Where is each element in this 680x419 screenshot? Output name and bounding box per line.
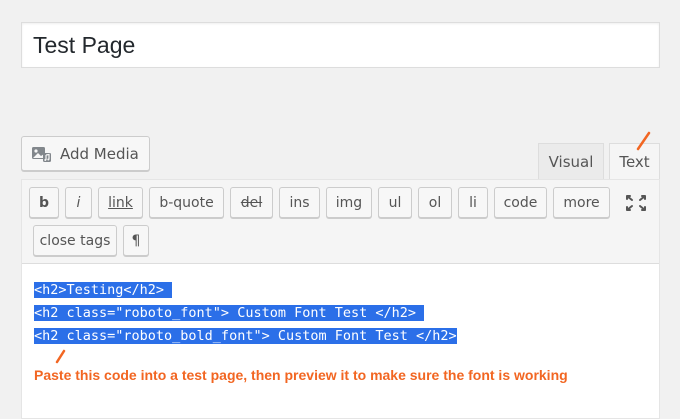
qt-more-button[interactable]: more: [553, 187, 610, 218]
code-line: <h2>Testing</h2>: [34, 282, 173, 298]
code-line: <h2 class="roboto_font"> Custom Font Tes…: [34, 305, 425, 321]
annotation-note: Paste this code into a test page, then p…: [34, 367, 568, 383]
qt-ins-button[interactable]: ins: [279, 187, 320, 218]
text-editor-content[interactable]: <h2>Testing</h2> <h2 class="roboto_font"…: [34, 279, 654, 348]
add-media-label: Add Media: [60, 144, 139, 163]
tab-visual[interactable]: Visual: [538, 143, 604, 180]
post-title-input[interactable]: [21, 22, 660, 68]
quicktags-toolbar: b i link b-quote del ins img ul ol li co…: [22, 180, 659, 264]
fullscreen-toggle[interactable]: [622, 191, 650, 215]
qt-close-tags-button[interactable]: close tags: [33, 225, 117, 256]
qt-del-button[interactable]: del: [230, 187, 273, 218]
tab-visual-label: Visual: [548, 153, 594, 171]
qt-ul-button[interactable]: ul: [378, 187, 412, 218]
qt-ol-button[interactable]: ol: [418, 187, 452, 218]
annotation-arrow-text-tab: [636, 131, 651, 151]
annotation-arrow-code: [55, 349, 66, 364]
qt-li-button[interactable]: li: [458, 187, 488, 218]
fullscreen-icon: [626, 195, 646, 211]
add-media-button[interactable]: Add Media: [21, 136, 150, 171]
code-line: <h2 class="roboto_bold_font"> Custom Fon…: [34, 328, 457, 344]
qt-italic-button[interactable]: i: [65, 187, 92, 218]
qt-bold-button[interactable]: b: [29, 187, 59, 218]
media-icon: [32, 146, 51, 162]
qt-img-button[interactable]: img: [326, 187, 372, 218]
qt-blockquote-button[interactable]: b-quote: [149, 187, 224, 218]
qt-code-button[interactable]: code: [494, 187, 547, 218]
qt-paragraph-button[interactable]: ¶: [123, 225, 149, 256]
qt-link-button[interactable]: link: [98, 187, 143, 218]
editor-container: b i link b-quote del ins img ul ol li co…: [21, 179, 660, 419]
